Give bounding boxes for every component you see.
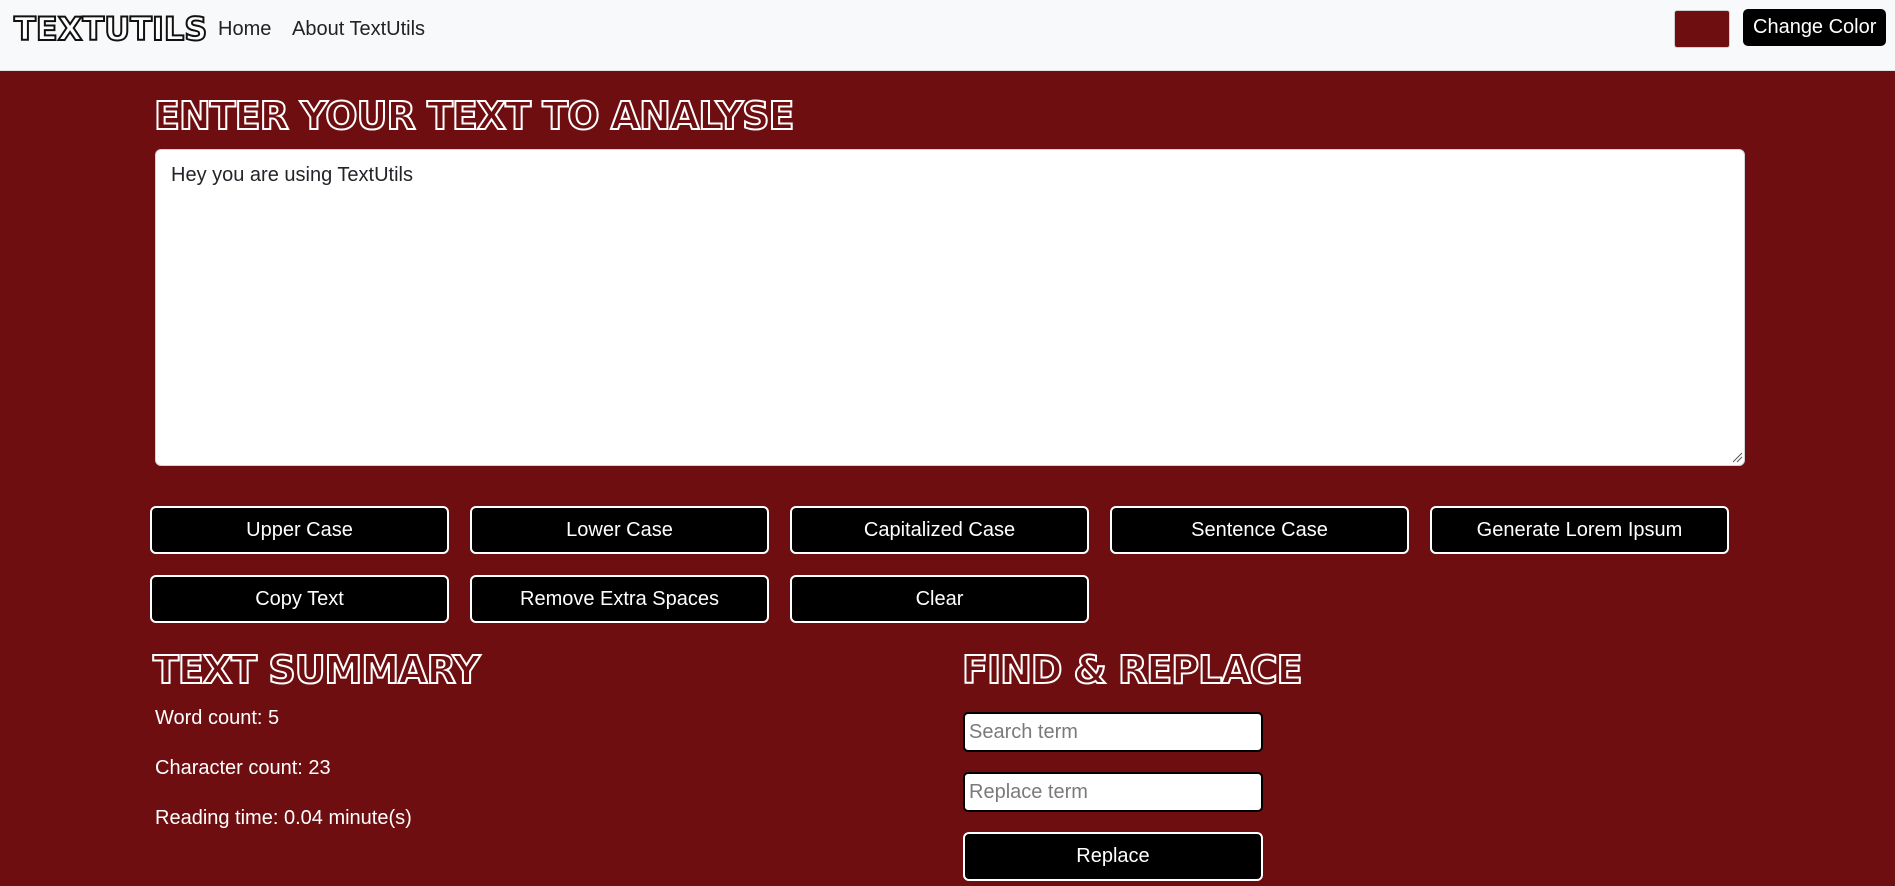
text-summary-heading: TEXT SUMMARY bbox=[152, 647, 481, 693]
copy-text-button[interactable]: Copy Text bbox=[150, 575, 449, 623]
generate-lorem-ipsum-button[interactable]: Generate Lorem Ipsum bbox=[1430, 506, 1729, 554]
nav-home-link[interactable]: Home bbox=[218, 18, 271, 41]
find-replace-heading: FIND & REPLACE bbox=[961, 647, 1304, 693]
lower-case-button[interactable]: Lower Case bbox=[470, 506, 769, 554]
page-title: ENTER YOUR TEXT TO ANALYSE bbox=[153, 93, 795, 139]
character-count: Character count: 23 bbox=[155, 757, 331, 779]
remove-extra-spaces-button[interactable]: Remove Extra Spaces bbox=[470, 575, 769, 623]
upper-case-button[interactable]: Upper Case bbox=[150, 506, 449, 554]
navbar: TEXTUTILS Home About TextUtils Change Co… bbox=[0, 0, 1895, 71]
word-count: Word count: 5 bbox=[155, 707, 280, 729]
capitalized-case-button[interactable]: Capitalized Case bbox=[790, 506, 1089, 554]
change-color-button[interactable]: Change Color bbox=[1743, 9, 1887, 46]
color-picker[interactable] bbox=[1674, 10, 1730, 48]
search-term-input[interactable] bbox=[963, 712, 1263, 752]
replace-button[interactable]: Replace bbox=[963, 832, 1263, 881]
sentence-case-button[interactable]: Sentence Case bbox=[1110, 506, 1409, 554]
brand-logo[interactable]: TEXTUTILS bbox=[13, 9, 208, 49]
replace-term-input[interactable] bbox=[963, 772, 1263, 812]
nav-about-link[interactable]: About TextUtils bbox=[292, 18, 425, 41]
clear-button[interactable]: Clear bbox=[790, 575, 1089, 623]
reading-time: Reading time: 0.04 minute(s) bbox=[155, 807, 412, 829]
resize-handle-icon[interactable] bbox=[1731, 451, 1743, 463]
text-input-area[interactable]: Hey you are using TextUtils bbox=[155, 149, 1745, 466]
